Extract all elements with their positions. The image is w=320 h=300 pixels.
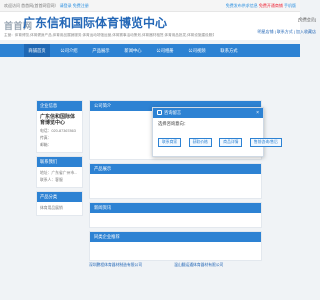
- recommend-panel: 同类企业推荐: [89, 231, 262, 261]
- nav-album[interactable]: 公司相册: [152, 44, 178, 57]
- contact-body: 地址：广东省广州市... 联系人：客服: [37, 167, 82, 187]
- sidebar-company-name: 广东信和国际体育博览中心: [40, 114, 76, 126]
- open-shop-link[interactable]: 免费开通商铺: [259, 3, 283, 8]
- products-panel: 产品展示: [89, 163, 262, 199]
- contact-box: 联系我们 地址：广东省广州市... 联系人：客服: [36, 156, 83, 188]
- message-icon: [157, 110, 162, 115]
- nav-products[interactable]: 产品展示: [88, 44, 114, 57]
- get-price-button[interactable]: 获取价格: [188, 138, 212, 147]
- company-title: 广东信和国际体育博览中心: [23, 16, 168, 30]
- product-category-title: 产品分类: [37, 192, 82, 202]
- recommend-company-link[interactable]: 深圳鹏程体育器材制造有限公司: [89, 263, 173, 268]
- sidebar-email: 邮箱：: [40, 143, 52, 147]
- mobile-link[interactable]: 手机版: [284, 3, 296, 8]
- site-name: 首首网(首首网官网）: [21, 3, 59, 8]
- nav-home[interactable]: 商铺首页: [24, 44, 50, 57]
- recommend-title: 同类企业推荐: [90, 232, 261, 242]
- contact-title: 联系我们: [37, 157, 82, 167]
- popup-header: 咨询留言 ×: [153, 108, 263, 118]
- member-status: [免费会员]: [297, 17, 316, 22]
- contact-seller-button[interactable]: 联系商家: [158, 138, 182, 147]
- sidebar: 企业信息 广东信和国际体育博览中心 电话：020-87367863 传真： 邮箱…: [36, 100, 83, 219]
- product-category-body: 体育用品展销: [37, 202, 82, 215]
- contact-line: 地址：广东省广州市...: [40, 171, 78, 175]
- top-bar: 欢迎访问 首首网(首首网官网） 请登录 免费注册 免费发布供求信息 免费开通商铺…: [0, 0, 300, 12]
- recommend-list: 深圳鹏程体育器材制造有限公司 温山翻运通体育器材有限公司: [89, 263, 262, 268]
- popup-label: 选择咨询意向：: [158, 121, 189, 126]
- welcome-prefix: 欢迎访问: [4, 3, 20, 8]
- register-link[interactable]: 免费注册: [73, 3, 89, 8]
- inquiry-popup: 咨询留言 × 选择咨询意向： 联系商家 获取价格 商品详情 售前咨询/售后: [152, 107, 282, 157]
- main-nav: 商铺首页 公司介绍 产品展示 新闻中心 公司相册 公司视频 联系方式: [0, 44, 300, 57]
- nav-about[interactable]: 公司介绍: [56, 44, 82, 57]
- company-info-body: 广东信和国际体育博览中心 电话：020-87367863 传真： 邮箱：: [37, 111, 82, 152]
- contact-line: 联系人：客服: [40, 178, 63, 182]
- nav-contact[interactable]: 联系方式: [216, 44, 242, 57]
- popup-options: 联系商家 获取价格 商品详情 售前咨询/售后: [153, 130, 282, 148]
- product-category-item[interactable]: 体育用品展销: [40, 205, 79, 212]
- close-icon[interactable]: ×: [256, 108, 259, 118]
- sidebar-fax: 传真：: [40, 136, 52, 140]
- sidebar-phone: 电话：020-87367863: [40, 129, 76, 133]
- recommend-company-link[interactable]: 温山翻运通体育器材有限公司: [174, 263, 258, 268]
- popup-title: 咨询留言: [164, 110, 182, 115]
- topbar-links: 免费发布供求信息 免费开通商铺 手机版: [226, 0, 296, 11]
- product-category-box: 产品分类 体育用品展销: [36, 191, 83, 216]
- nav-video[interactable]: 公司视频: [184, 44, 210, 57]
- publish-link[interactable]: 免费发布供求信息: [226, 3, 258, 8]
- company-info-box: 企业信息 广东信和国际体育博览中心 电话：020-87367863 传真： 邮箱…: [36, 100, 83, 153]
- nav-news[interactable]: 新闻中心: [120, 44, 146, 57]
- products-title: 产品展示: [90, 164, 261, 174]
- news-panel: 新闻资讯: [89, 202, 262, 228]
- news-title: 新闻资讯: [90, 203, 261, 213]
- login-link[interactable]: 请登录: [60, 3, 72, 8]
- header-links[interactable]: 明星店铺 | 联系方式 | 加入收藏店: [257, 29, 316, 35]
- welcome-text: 欢迎访问 首首网(首首网官网） 请登录 免费注册: [4, 0, 89, 11]
- product-details-button[interactable]: 商品详情: [219, 138, 243, 147]
- company-business-scope: 主营：体育博览,体育健身产品,体育用品展销服务,体育运动场馆运营,体育赛事活动策…: [4, 33, 214, 37]
- company-info-title: 企业信息: [37, 101, 82, 111]
- presale-consult-button[interactable]: 售前咨询/售后: [249, 138, 282, 147]
